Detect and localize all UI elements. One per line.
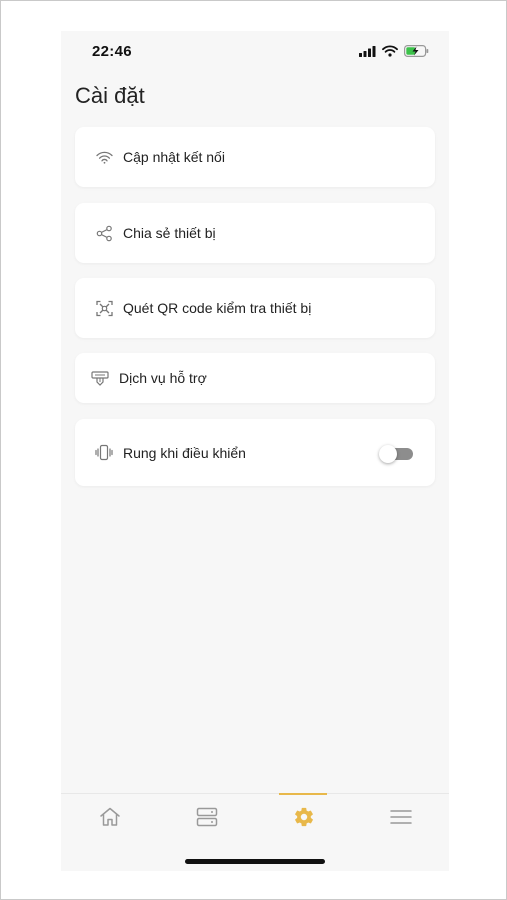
settings-item-vibrate: Rung khi điều khiển <box>75 419 435 486</box>
tab-settings[interactable] <box>255 793 352 844</box>
status-bar: 22:46 <box>61 31 449 71</box>
screenshot-frame: 22:46 Cài đặt Cập nhật kết nối Chia sẻ t… <box>0 0 507 900</box>
settings-item-label: Chia sẻ thiết bị <box>123 225 216 241</box>
phone-screen: 22:46 Cài đặt Cập nhật kết nối Chia sẻ t… <box>61 31 449 871</box>
support-icon <box>91 369 109 387</box>
vibrate-toggle[interactable] <box>379 444 413 463</box>
home-icon <box>99 807 121 832</box>
settings-item-qr-scan[interactable]: Quét QR code kiểm tra thiết bị <box>75 278 435 338</box>
page-title: Cài đặt <box>75 83 145 108</box>
status-icons <box>359 44 429 62</box>
devices-icon <box>196 807 218 832</box>
menu-icon <box>389 809 412 830</box>
settings-item-label: Dịch vụ hỗ trợ <box>119 370 207 386</box>
wifi-icon <box>95 148 113 166</box>
settings-item-share-device[interactable]: Chia sẻ thiết bị <box>75 203 435 263</box>
status-time: 22:46 <box>92 43 132 60</box>
settings-item-support-service[interactable]: Dịch vụ hỗ trợ <box>75 353 435 403</box>
tab-menu[interactable] <box>352 794 449 844</box>
settings-item-label: Rung khi điều khiển <box>123 444 246 461</box>
toggle-knob <box>379 444 397 463</box>
tab-devices[interactable] <box>158 794 255 844</box>
settings-item-update-connection[interactable]: Cập nhật kết nối <box>75 127 435 187</box>
battery-charging-icon <box>404 44 429 62</box>
tab-home[interactable] <box>61 794 158 844</box>
settings-item-label: Cập nhật kết nối <box>123 149 225 165</box>
gear-icon <box>293 806 315 833</box>
wifi-icon <box>382 44 398 62</box>
share-icon <box>95 224 113 242</box>
settings-item-label: Quét QR code kiểm tra thiết bị <box>123 300 312 316</box>
vibrate-icon <box>95 444 113 462</box>
qr-scan-icon <box>95 299 113 317</box>
home-indicator <box>185 859 325 864</box>
signal-icon <box>359 44 376 62</box>
